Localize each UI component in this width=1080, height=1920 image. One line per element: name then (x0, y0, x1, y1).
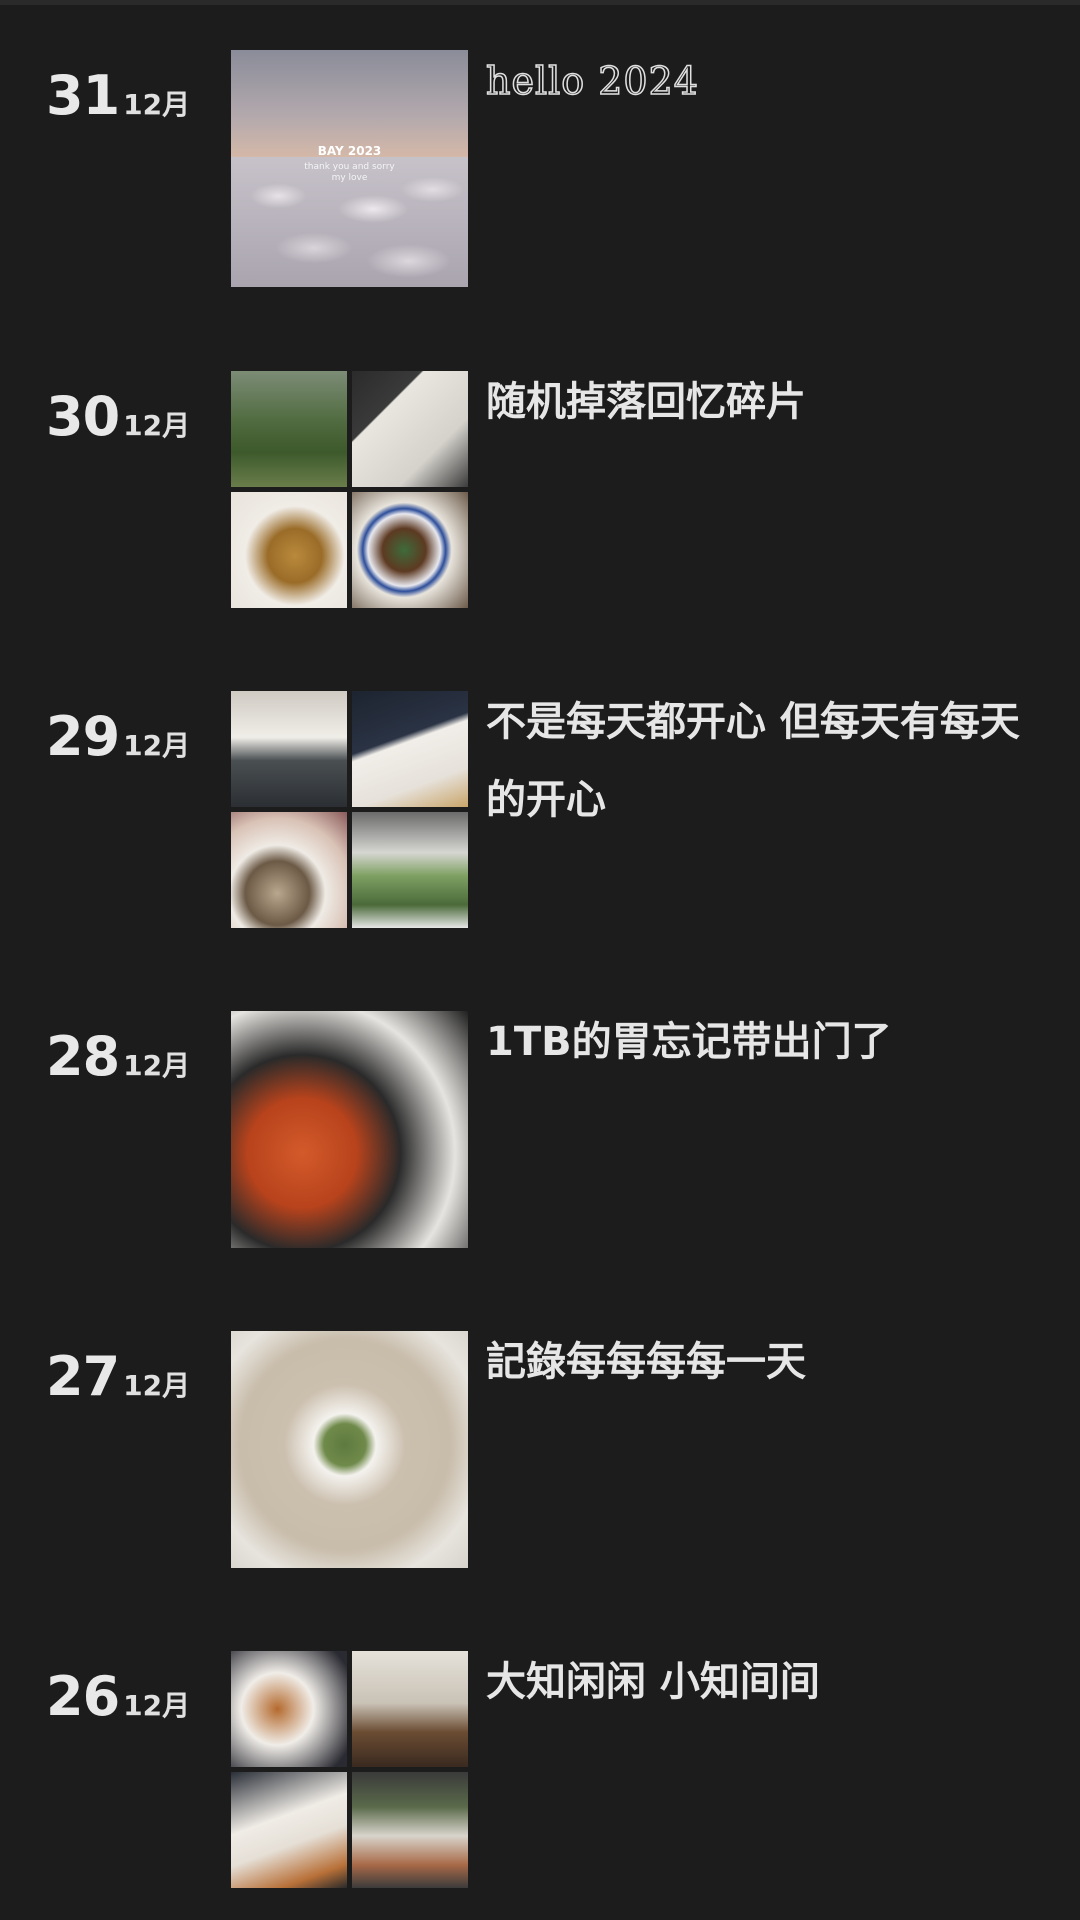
entry-photo-grid[interactable] (231, 691, 468, 928)
entry-day: 29 (46, 705, 120, 768)
diary-entry-28[interactable]: 28 12月 1TB的胃忘记带出门了 (0, 1011, 1080, 1251)
entry-date: 28 12月 (46, 1025, 190, 1088)
entry-photo[interactable] (231, 1331, 468, 1568)
entry-month: 12月 (123, 1369, 191, 1402)
diary-entry-31[interactable]: 31 12月 BAY 2023 thank you and sorry my lo… (0, 50, 1080, 290)
photo-cafe[interactable] (231, 691, 347, 807)
entry-caption: 1TB的胃忘记带出门了 (486, 1019, 892, 1065)
photo-park[interactable] (231, 371, 347, 487)
entry-day: 27 (46, 1345, 120, 1408)
entry-day: 26 (46, 1665, 120, 1728)
entry-caption: hello 2024 (485, 58, 699, 104)
photo-brunch[interactable] (231, 1651, 347, 1767)
entry-photo-grid[interactable] (231, 1651, 468, 1888)
diary-entry-30[interactable]: 30 12月 随机掉落回忆碎片 (0, 371, 1080, 611)
entry-day: 28 (46, 1025, 120, 1088)
entry-date: 31 12月 (46, 64, 190, 127)
photo-tree[interactable] (352, 812, 468, 928)
entry-date: 27 12月 (46, 1345, 190, 1408)
diary-entry-29[interactable]: 29 12月 不是每天都开心 但每天有每天的开心 (0, 691, 1080, 931)
entry-date: 29 12月 (46, 705, 190, 768)
diary-entry-27[interactable]: 27 12月 記錄每每每每一天 (0, 1331, 1080, 1571)
entry-month: 12月 (123, 729, 191, 762)
photo-title: BAY 2023 (317, 144, 382, 158)
photo-room[interactable] (352, 1651, 468, 1767)
entry-month: 12月 (123, 1689, 191, 1722)
entry-day: 31 (46, 64, 120, 127)
photo-salad[interactable] (231, 812, 347, 928)
entry-month: 12月 (123, 1049, 191, 1082)
entry-photo[interactable]: BAY 2023 thank you and sorry my love (231, 50, 468, 287)
photo-stir-fry[interactable] (352, 492, 468, 608)
entry-caption: 不是每天都开心 但每天有每天的开心 (486, 699, 1020, 823)
photo-gift-bag[interactable] (231, 1772, 347, 1888)
entry-photo[interactable] (231, 1011, 468, 1248)
photo-snack-bag[interactable] (352, 371, 468, 487)
entry-caption: 大知闲闲 小知间间 (486, 1659, 820, 1705)
photo-subtitle: thank you and sorry my love (304, 162, 395, 183)
entry-date: 26 12月 (46, 1665, 190, 1728)
entry-month: 12月 (123, 409, 191, 442)
photo-gift-bag[interactable] (352, 691, 468, 807)
entry-caption: 記錄每每每每一天 (486, 1339, 806, 1385)
entry-date: 30 12月 (46, 385, 190, 448)
entry-caption: 随机掉落回忆碎片 (486, 379, 806, 425)
photo-fried-food[interactable] (231, 492, 347, 608)
entry-day: 30 (46, 385, 120, 448)
top-divider (0, 0, 1080, 5)
entry-photo-grid[interactable] (231, 371, 468, 608)
photo-window[interactable] (352, 1772, 468, 1888)
entry-month: 12月 (123, 88, 191, 121)
diary-entry-26[interactable]: 26 12月 大知闲闲 小知间间 (0, 1651, 1080, 1891)
